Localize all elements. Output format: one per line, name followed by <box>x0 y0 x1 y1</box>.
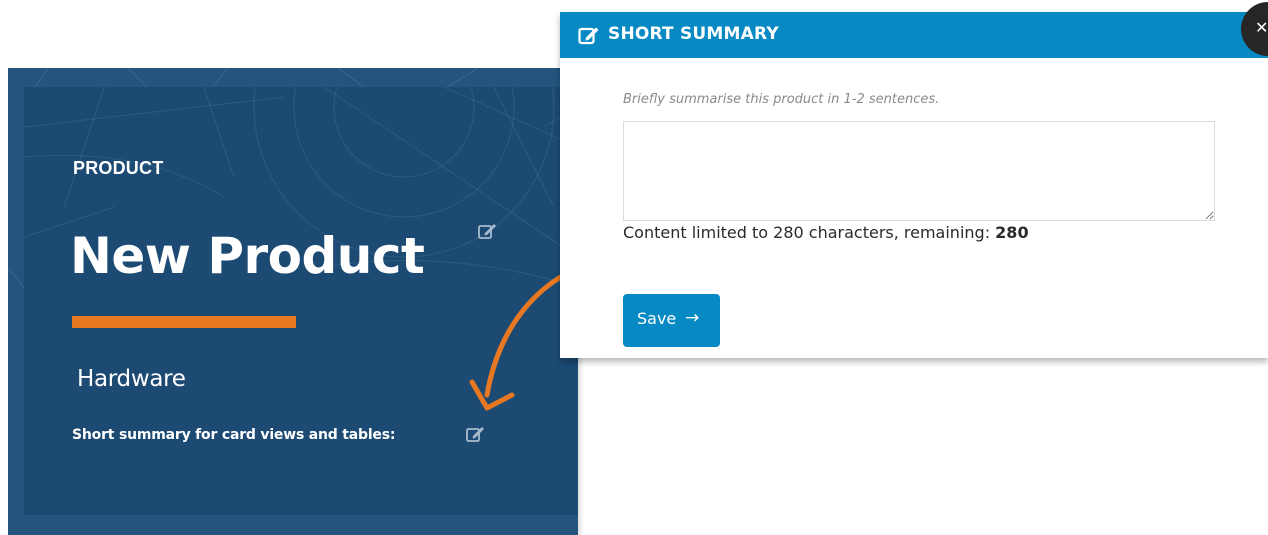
arrow-right-icon: → <box>685 308 700 328</box>
accent-bar <box>72 316 296 328</box>
short-summary-modal: SHORT SUMMARY ✕ Briefly summarise this p… <box>560 2 1268 358</box>
save-button[interactable]: Save → <box>623 294 720 347</box>
character-limit-text: Content limited to 280 characters, remai… <box>623 223 1029 242</box>
modal-title: SHORT SUMMARY <box>608 24 779 44</box>
limit-prefix: Content limited to 280 characters, remai… <box>623 223 996 242</box>
product-title: New Product <box>70 227 425 285</box>
product-card <box>24 87 578 515</box>
close-icon[interactable]: ✕ <box>1255 18 1268 37</box>
product-card-frame <box>8 68 578 535</box>
product-category: Hardware <box>77 366 186 392</box>
edit-icon[interactable] <box>465 424 485 444</box>
save-label: Save <box>637 309 677 328</box>
summary-textarea[interactable] <box>623 121 1215 221</box>
remaining-count: 280 <box>995 223 1029 242</box>
card-eyebrow: PRODUCT <box>73 158 164 178</box>
blueprint-lines <box>24 87 578 288</box>
short-summary-label: Short summary for card views and tables: <box>72 427 396 443</box>
edit-icon <box>578 27 599 45</box>
summary-hint: Briefly summarise this product in 1-2 se… <box>623 92 940 107</box>
edit-icon[interactable] <box>477 221 497 241</box>
modal-header: SHORT SUMMARY <box>560 12 1268 58</box>
